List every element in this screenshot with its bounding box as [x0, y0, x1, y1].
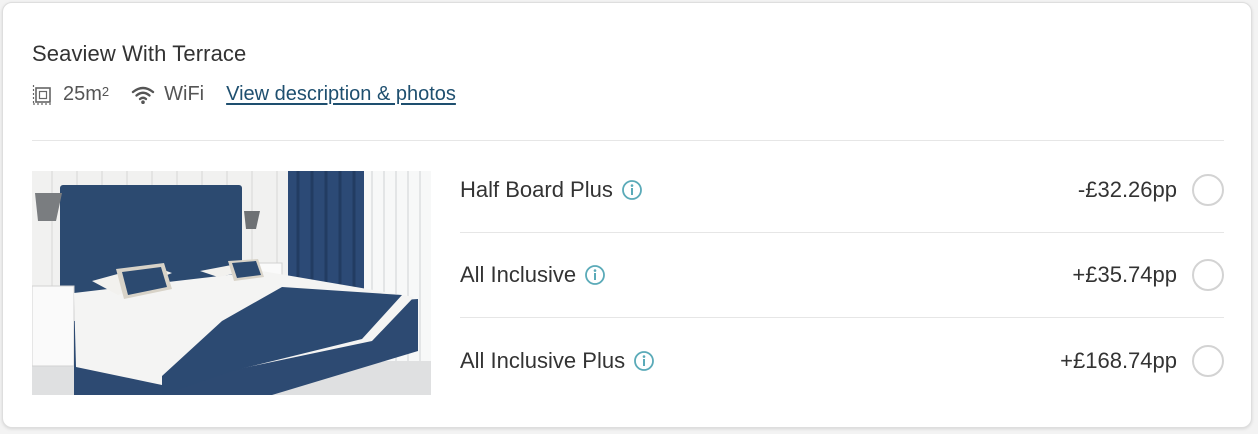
view-description-link[interactable]: View description & photos: [226, 83, 456, 106]
board-option-price: +£35.74pp: [1072, 262, 1177, 287]
board-option[interactable]: All Inclusive +£35.74pp: [460, 233, 1224, 318]
room-card: Seaview With Terrace 25m 2 WiFi View des…: [2, 2, 1252, 428]
board-option-name: All Inclusive: [460, 262, 577, 287]
info-icon[interactable]: [584, 264, 606, 286]
floor-area-icon: [32, 84, 63, 106]
info-icon[interactable]: [633, 350, 655, 372]
room-wifi: WiFi: [131, 83, 204, 106]
board-option-name: All Inclusive Plus: [460, 347, 626, 373]
board-option-radio[interactable]: [1192, 174, 1224, 206]
room-meta: 25m 2 WiFi View description & photos: [32, 83, 456, 106]
board-option-radio[interactable]: [1192, 344, 1224, 377]
board-option[interactable]: Half Board Plus -£32.26pp: [460, 148, 1224, 233]
wifi-icon: [131, 85, 164, 105]
board-option-radio[interactable]: [1192, 259, 1224, 291]
room-photo-illustration: [32, 171, 431, 395]
divider: [32, 140, 1224, 141]
wifi-label: WiFi: [164, 83, 205, 105]
room-size-unit-sup: 2: [101, 84, 110, 99]
board-option-price: -£32.26pp: [1077, 177, 1177, 202]
room-photo[interactable]: [32, 171, 431, 395]
info-icon[interactable]: [621, 179, 643, 201]
board-option-name: Half Board Plus: [460, 177, 613, 202]
board-option-price: +£168.74pp: [1060, 347, 1177, 373]
board-options-list: Half Board Plus -£32.26pp All Inclusive …: [460, 148, 1224, 403]
room-title: Seaview With Terrace: [32, 41, 247, 66]
room-size-value: 25m: [63, 83, 102, 105]
room-size: 25m 2: [32, 83, 109, 106]
board-option[interactable]: All Inclusive Plus +£168.74pp: [460, 318, 1224, 403]
